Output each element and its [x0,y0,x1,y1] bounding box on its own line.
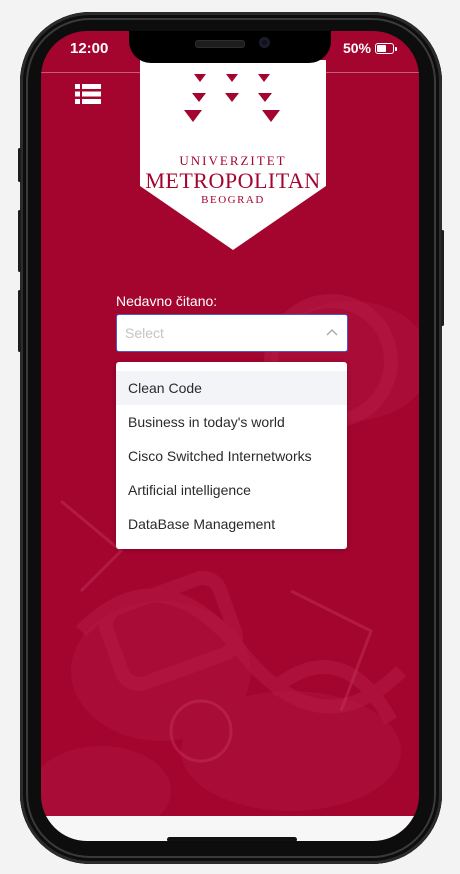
option-cisco[interactable]: Cisco Switched Internetworks [116,439,347,473]
list-icon[interactable] [75,83,101,105]
recent-reading-select[interactable]: Select [116,314,348,352]
option-business[interactable]: Business in today's world [116,405,347,439]
logo-text-beograd: BEOGRAD [201,194,265,206]
battery-percent: 50% [342,40,371,56]
volume-down-button [18,290,21,352]
option-database[interactable]: DataBase Management [116,507,347,541]
status-battery: 50% [342,40,397,56]
power-button [441,230,444,326]
university-logo: UNIVERZITET METROPOLITAN BEOGRAD [140,60,326,250]
home-indicator[interactable] [167,837,297,841]
speaker-grille [195,40,245,48]
front-camera [259,37,270,48]
logo-text-univerzitet: UNIVERZITET [179,153,287,168]
volume-up-button [18,210,21,272]
select-placeholder: Select [125,325,164,341]
select-dropdown: Clean Code Business in today's world Cis… [116,362,347,549]
status-time: 12:00 [70,40,109,57]
header-divider [41,72,419,73]
notch [129,31,331,63]
mute-switch [18,148,21,182]
battery-icon [375,42,397,54]
option-clean-code[interactable]: Clean Code [116,371,347,405]
option-ai[interactable]: Artificial intelligence [116,473,347,507]
logo-text-metropolitan: METROPOLITAN [145,168,321,193]
recent-reading-label: Nedavno čitano: [116,293,218,309]
app-screen: 12:00 50% UNIVERZITET METROPOLITAN BEOGR… [41,31,419,841]
chevron-up-icon [326,329,338,336]
